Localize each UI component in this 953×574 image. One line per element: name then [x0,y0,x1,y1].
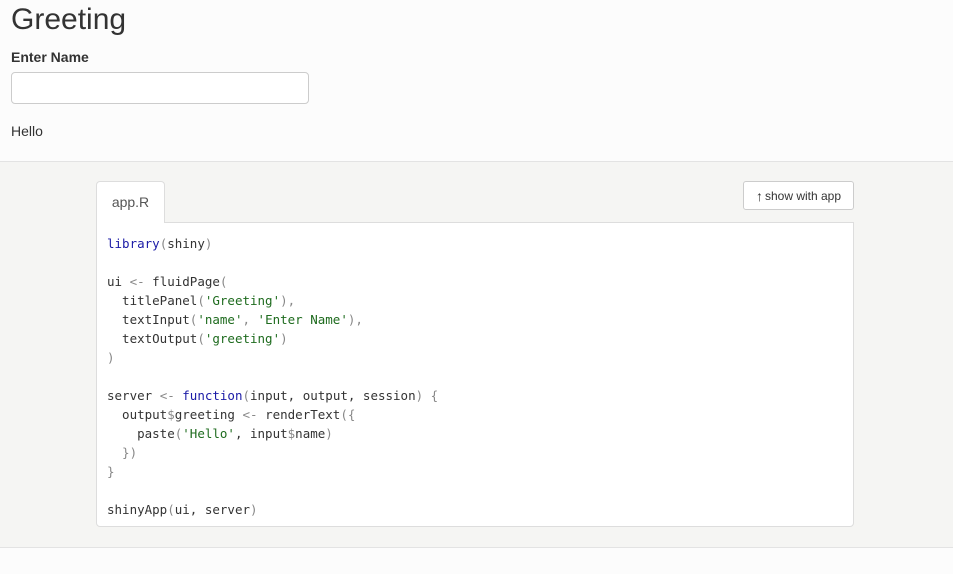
code-panel: library(shiny) ui <- fluidPage( titlePane… [96,222,854,527]
code-token: textInput [107,312,190,327]
code-token: textOutput [107,331,198,346]
code-token: } [107,464,115,479]
code-token: 'Enter Name' [257,312,348,327]
code-token: ) [280,331,288,346]
code-token: ), [280,293,296,308]
code-token: ) [250,502,258,517]
code-token: , [242,312,258,327]
code-line: textOutput('greeting') [107,329,843,348]
name-input[interactable] [11,72,309,104]
code-line: library(shiny) [107,234,843,253]
code-token: , input [234,426,288,441]
code-line: ui <- fluidPage( [107,272,843,291]
name-input-label: Enter Name [11,49,89,65]
tab-app-r[interactable]: app.R [96,181,165,223]
code-line: } [107,462,843,481]
code-token: ) [107,350,115,365]
greeting-output: Hello [11,123,43,139]
code-token: $ [167,407,175,422]
code-line: textInput('name', 'Enter Name'), [107,310,843,329]
page-title: Greeting [11,3,127,36]
code-token: ( [219,274,228,289]
code-line: ) [107,348,843,367]
code-token: 'greeting' [204,331,281,346]
code-token: ) [204,236,213,251]
code-token: ) [325,426,333,441]
code-token: library [107,236,160,251]
code-line: paste('Hello', input$name) [107,424,843,443]
arrow-up-icon: ↑ [755,187,763,204]
code-token: 'name' [197,312,243,327]
code-token: <- [159,388,175,403]
code-token: shinyApp [107,502,168,517]
code-token: 'Greeting' [204,293,281,308]
code-token: greeting [174,407,243,422]
code-token: renderText [257,407,341,422]
code-token: ( [197,331,205,346]
code-token: ) { [415,388,439,403]
show-with-app-label: show with app [764,188,842,203]
code-token: function [182,388,243,403]
code-token: }) [107,445,138,460]
code-token: titlePanel [107,293,198,308]
show-with-app-button[interactable]: ↑ show with app [743,181,854,210]
code-token: 'Hello' [182,426,235,441]
code-token: fluidPage [144,274,220,289]
code-token: paste [107,426,175,441]
code-token: ( [167,502,175,517]
code-token: ui [107,274,130,289]
code-token: shiny [167,236,205,251]
code-token: output [107,407,168,422]
code-block: library(shiny) ui <- fluidPage( titlePane… [97,223,853,530]
code-line: output$greeting <- renderText({ [107,405,843,424]
code-token: name [295,426,326,441]
code-line: shinyApp(ui, server) [107,500,843,519]
code-token: <- [242,407,258,422]
app-preview: Greeting Enter Name Hello [0,0,953,162]
code-token: ( [242,388,251,403]
code-token: ui, server [174,502,251,517]
code-line: server <- function(input, output, sessio… [107,386,843,405]
code-line: titlePanel('Greeting'), [107,291,843,310]
code-line: }) [107,443,843,462]
code-token: <- [129,274,145,289]
code-token: ({ [340,407,356,422]
code-token: input, output, session [250,388,416,403]
code-token: ), [347,312,363,327]
code-token: server [107,388,160,403]
code-viewer: app.R ↑ show with app library(shiny) ui <… [0,162,953,548]
code-token: ( [197,293,205,308]
